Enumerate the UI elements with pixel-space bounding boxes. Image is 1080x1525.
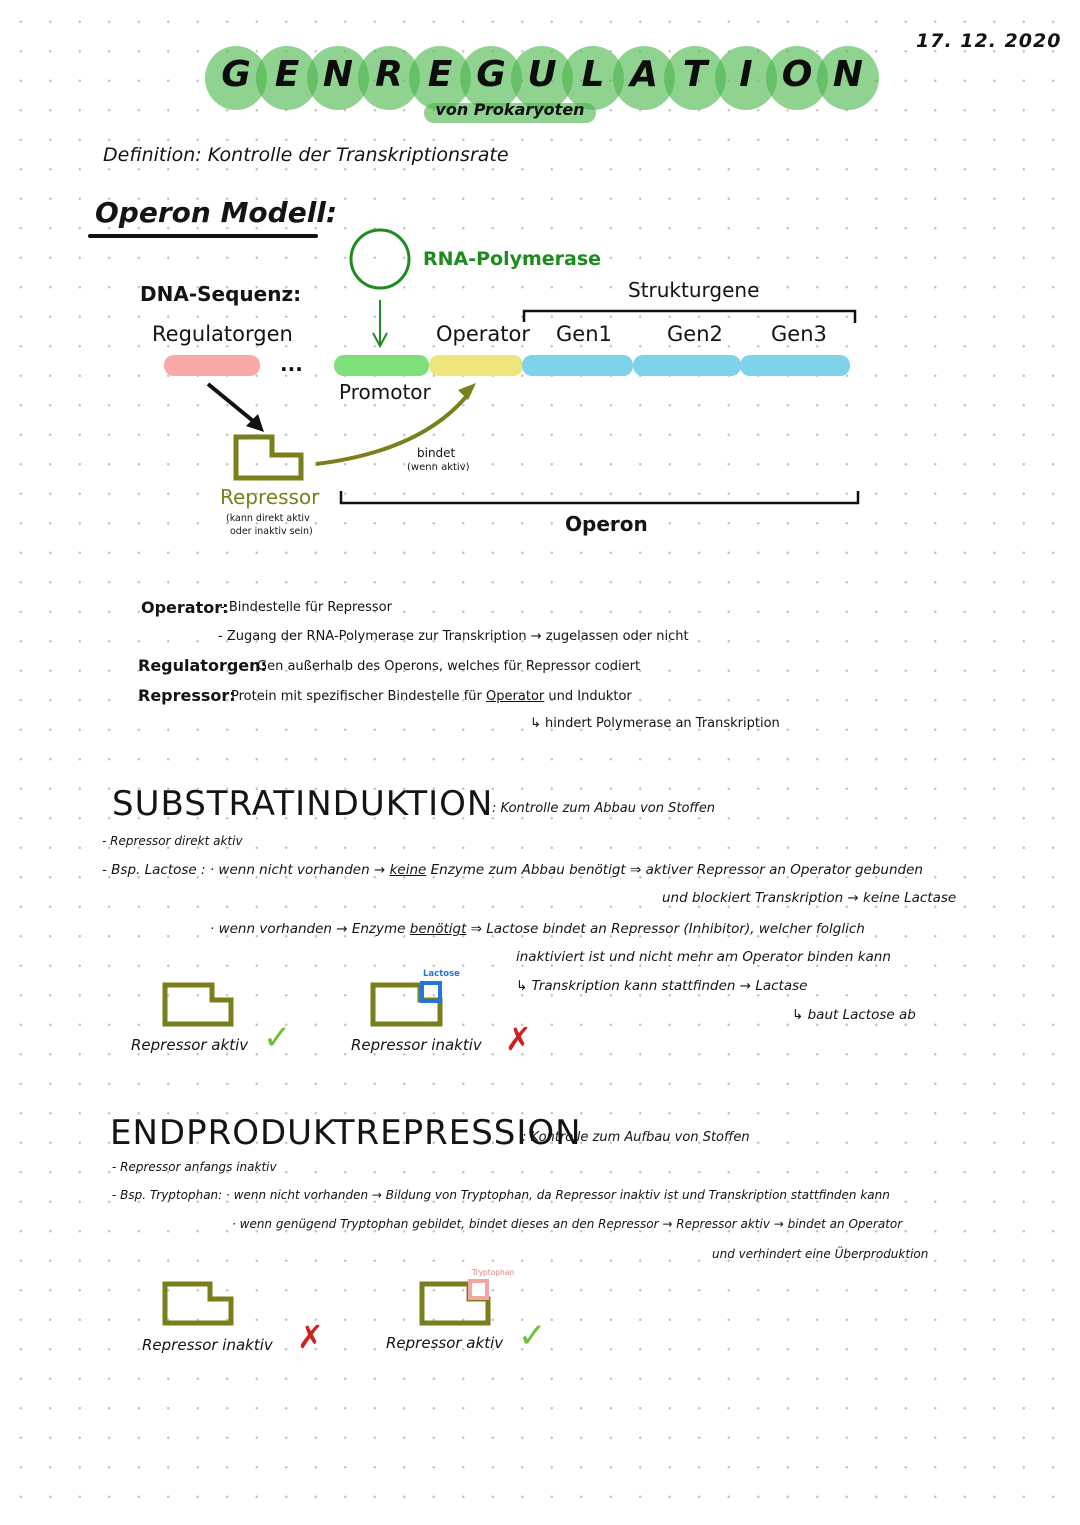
substrat-line-part: Enzyme zum Abbau benötigt ⇒ aktiver Repr… [430, 862, 923, 878]
repressor-active-shape [419, 1281, 491, 1326]
check-icon: ✓ [263, 1018, 292, 1058]
rna-polymerase-icon [349, 228, 411, 290]
glossary-repressor-text: Protein mit spezifischer Bindestelle für… [231, 689, 632, 704]
substrat-line: inaktiviert ist und nicht mehr am Operat… [516, 949, 891, 965]
endprodukt-line: - Bsp. Tryptophan: · wenn nicht vorhande… [112, 1188, 890, 1202]
glossary-operator-line: - Bindestelle für Repressor [220, 600, 392, 615]
repressor-shape [233, 434, 304, 481]
repressor-inactive-shape [162, 1281, 234, 1326]
substrat-line: - Repressor direkt aktiv [102, 834, 243, 848]
gen2-label: Gen2 [667, 322, 723, 346]
substrat-line: ↳ baut Lactose ab [792, 1007, 916, 1023]
substrat-line-benoetigt: benötigt [409, 921, 467, 937]
regulatorgen-segment [164, 355, 260, 376]
lactose-tag: Lactose [423, 969, 460, 979]
repressor-text-operator: Operator [486, 689, 545, 704]
operon-bracket [339, 491, 860, 505]
operon-label: Operon [565, 512, 648, 536]
endprodukt-line: und verhindert eine Überproduktion [712, 1247, 929, 1261]
endprodukt-line: - Repressor anfangs inaktiv [112, 1160, 277, 1174]
regulator-to-repressor-arrow [206, 382, 264, 432]
polymerase-arrow [372, 300, 388, 349]
glossary-repressor-sub: ↳ hindert Polymerase an Transkription [530, 716, 780, 731]
caption-repressor-inactive: Repressor inaktiv [351, 1036, 482, 1054]
substrat-line: · wenn vorhanden → Enzyme benötigt ⇒ Lac… [210, 921, 865, 937]
tryptophan-tag: Tryptophan [472, 1268, 515, 1277]
cross-icon: ✗ [297, 1318, 324, 1356]
glossary-regulatorgen-text: Gen außerhalb des Operons, welches für R… [257, 659, 641, 674]
glossary-repressor-key: Repressor: [138, 686, 236, 705]
repressor-inactive-shape [370, 982, 443, 1027]
substratinduktion-title: SUBSTRATINDUKTION [112, 784, 494, 824]
glossary-operator-line: - Zugang der RNA-Polymerase zur Transkri… [218, 629, 689, 644]
operon-diagram [162, 228, 860, 1326]
repressor-note: oder inaktiv sein) [230, 526, 313, 537]
substrat-line: und blockiert Transkription → keine Lact… [662, 890, 957, 906]
substrat-line-part: ⇒ Lactose bindet an Repressor (Inhibitor… [470, 921, 865, 937]
ellipsis: ... [280, 352, 303, 376]
substrat-line: - Bsp. Lactose : · wenn nicht vorhanden … [102, 862, 923, 878]
repressor-text-b: und Induktor [548, 689, 632, 704]
check-icon: ✓ [518, 1316, 547, 1356]
gen2-segment [633, 355, 741, 376]
endprodukt-line: · wenn genügend Tryptophan gebildet, bin… [232, 1217, 903, 1231]
caption-repressor-active: Repressor aktiv [386, 1334, 504, 1352]
wenn-aktiv-label: (wenn aktiv) [407, 462, 470, 473]
substrat-line-keine: keine [389, 862, 427, 878]
strukturgene-label: Strukturgene [628, 278, 760, 302]
substratinduktion-subtitle: : Kontrolle zum Abbau von Stoffen [492, 801, 716, 816]
repressor-active-shape [162, 982, 234, 1027]
promotor-label: Promotor [339, 380, 431, 404]
rna-polymerase-label: RNA-Polymerase [423, 248, 602, 270]
substrat-line-part: · wenn vorhanden → Enzyme [210, 921, 406, 937]
repressor-text-a: Protein mit spezifischer Bindestelle für [231, 689, 482, 704]
glossary-operator-key: Operator: [141, 598, 229, 617]
tryptophan-icon [468, 1279, 489, 1300]
endproduktrepression-subtitle: : Kontrolle zum Aufbau von Stoffen [522, 1130, 750, 1145]
glossary-regulatorgen-key: Regulatorgen: [138, 656, 267, 675]
gen3-segment [740, 355, 850, 376]
operator-segment [429, 355, 523, 376]
gen3-label: Gen3 [771, 322, 827, 346]
endproduktrepression-title: ENDPRODUKTREPRESSION [110, 1113, 582, 1153]
caption-repressor-active: Repressor aktiv [131, 1036, 249, 1054]
operator-label: Operator [436, 322, 530, 346]
bindet-label: bindet [417, 446, 456, 460]
caption-repressor-inactive: Repressor inaktiv [142, 1336, 273, 1354]
gen1-label: Gen1 [556, 322, 612, 346]
substrat-line: ↳ Transkription kann stattfinden → Lacta… [516, 978, 808, 994]
regulatorgen-label: Regulatorgen [152, 322, 293, 346]
substrat-line-part: - Bsp. Lactose : · wenn nicht vorhanden … [102, 862, 386, 878]
gen1-segment [522, 355, 633, 376]
repressor-note: (kann direkt aktiv [226, 513, 310, 524]
cross-icon: ✗ [505, 1020, 532, 1058]
promotor-segment [334, 355, 429, 376]
dna-sequence-label: DNA-Sequenz: [140, 282, 302, 306]
repressor-label: Repressor [220, 485, 320, 509]
